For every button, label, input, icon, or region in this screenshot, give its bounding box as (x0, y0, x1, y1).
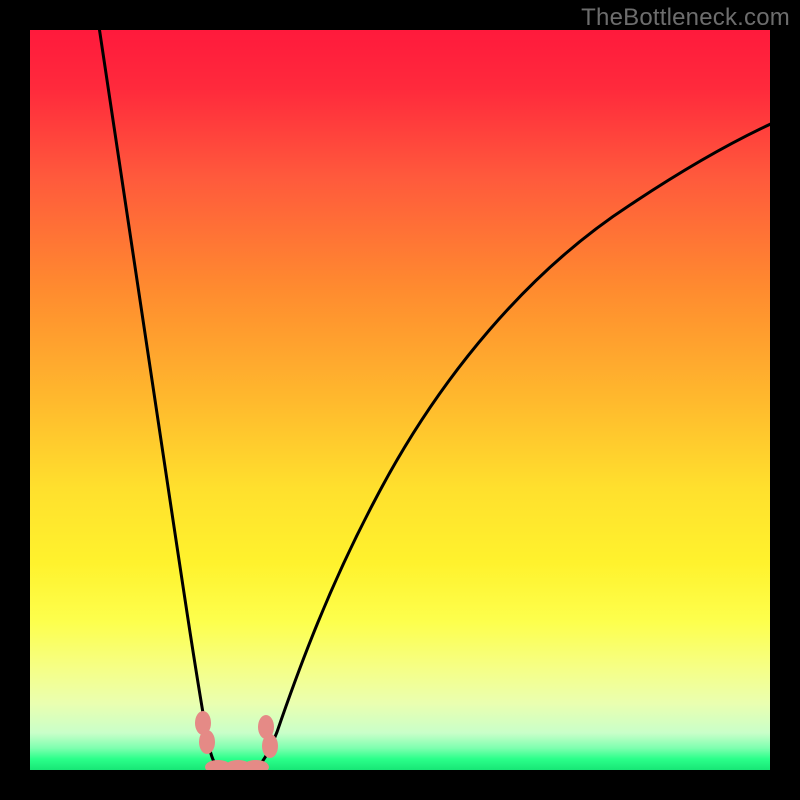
optimum-markers (195, 711, 278, 770)
watermark-text: TheBottleneck.com (581, 4, 790, 32)
marker-blob (199, 730, 215, 754)
chart-frame (30, 30, 770, 770)
bottleneck-curve-right (254, 122, 770, 769)
chart-svg (30, 30, 770, 770)
bottleneck-curve-left (98, 30, 220, 769)
marker-blob (262, 734, 278, 758)
marker-blob (243, 760, 269, 770)
